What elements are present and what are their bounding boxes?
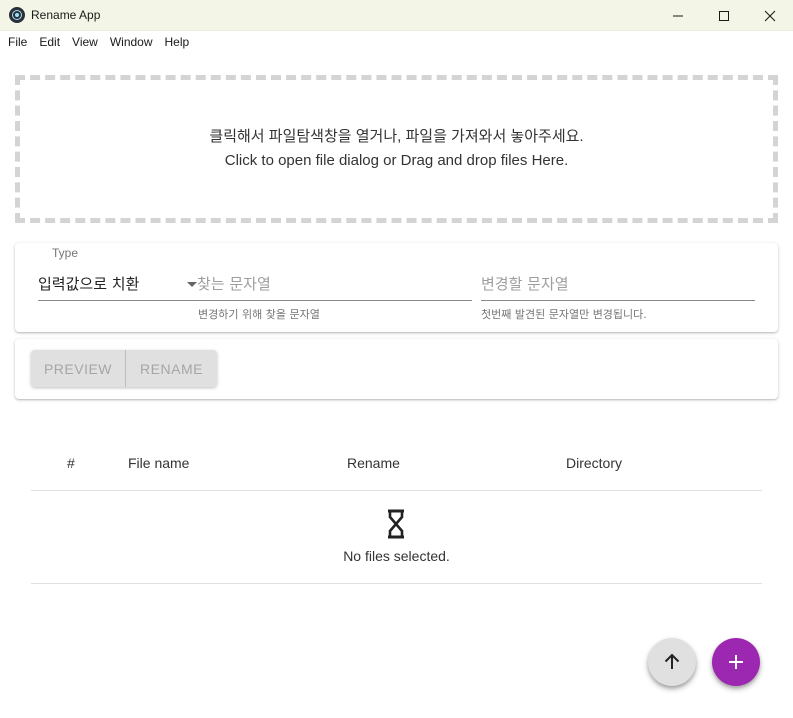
dropdown-arrow-icon — [187, 282, 197, 287]
window-controls — [655, 0, 793, 31]
type-label: Type — [52, 246, 79, 260]
find-string-input[interactable]: 찾는 문자열 — [197, 271, 472, 301]
maximize-button[interactable] — [701, 0, 747, 31]
title-bar: Rename App — [0, 0, 793, 31]
menu-help[interactable]: Help — [165, 35, 190, 49]
find-string-helper: 변경하기 위해 찾을 문자열 — [198, 308, 320, 321]
column-header-file-name[interactable]: File name — [128, 455, 189, 471]
replace-string-placeholder: 변경할 문자열 — [481, 275, 569, 293]
preview-button[interactable]: PREVIEW — [31, 350, 125, 387]
file-table: # File name Rename Directory No files se… — [31, 439, 762, 584]
find-string-placeholder: 찾는 문자열 — [197, 275, 271, 293]
column-header-index[interactable]: # — [67, 455, 75, 471]
actions-card: PREVIEW RENAME — [15, 339, 778, 399]
menu-bar: File Edit View Window Help — [0, 31, 793, 52]
menu-file[interactable]: File — [8, 35, 27, 49]
minimize-button[interactable] — [655, 0, 701, 31]
add-files-button[interactable] — [712, 638, 760, 686]
type-select[interactable]: 입력값으로 치환 — [38, 271, 203, 301]
scroll-top-button[interactable] — [648, 638, 696, 686]
rename-button[interactable]: RENAME — [125, 350, 217, 387]
action-button-group: PREVIEW RENAME — [31, 350, 217, 387]
column-header-rename[interactable]: Rename — [347, 455, 400, 471]
maximize-icon — [719, 10, 729, 21]
replace-string-helper: 첫번째 발견된 문자열만 변경됩니다. — [481, 308, 647, 321]
close-button[interactable] — [747, 0, 793, 31]
menu-window[interactable]: Window — [110, 35, 153, 49]
plus-icon — [729, 655, 743, 669]
hourglass-icon — [388, 509, 404, 539]
minimize-icon — [673, 15, 683, 16]
menu-edit[interactable]: Edit — [39, 35, 60, 49]
close-icon — [764, 10, 776, 21]
table-header: # File name Rename Directory — [31, 439, 762, 491]
empty-state: No files selected. — [31, 491, 762, 584]
window-title: Rename App — [31, 8, 101, 22]
column-header-directory[interactable]: Directory — [566, 455, 622, 471]
replace-string-input[interactable]: 변경할 문자열 — [481, 271, 755, 301]
empty-state-text: No files selected. — [343, 548, 450, 564]
electron-icon — [9, 7, 25, 23]
dropzone-text-en: Click to open file dialog or Drag and dr… — [224, 152, 569, 169]
arrow-up-icon — [664, 653, 680, 669]
rename-options-card: Type 입력값으로 치환 찾는 문자열 변경하기 위해 찾을 문자열 변경할 … — [15, 243, 778, 332]
file-dropzone[interactable]: 클릭해서 파일탐색창을 열거나, 파일을 가져와서 놓아주세요. Click t… — [15, 75, 778, 223]
dropzone-text-ko: 클릭해서 파일탐색창을 열거나, 파일을 가져와서 놓아주세요. — [209, 128, 584, 145]
menu-view[interactable]: View — [72, 35, 98, 49]
type-select-value: 입력값으로 치환 — [38, 275, 140, 293]
